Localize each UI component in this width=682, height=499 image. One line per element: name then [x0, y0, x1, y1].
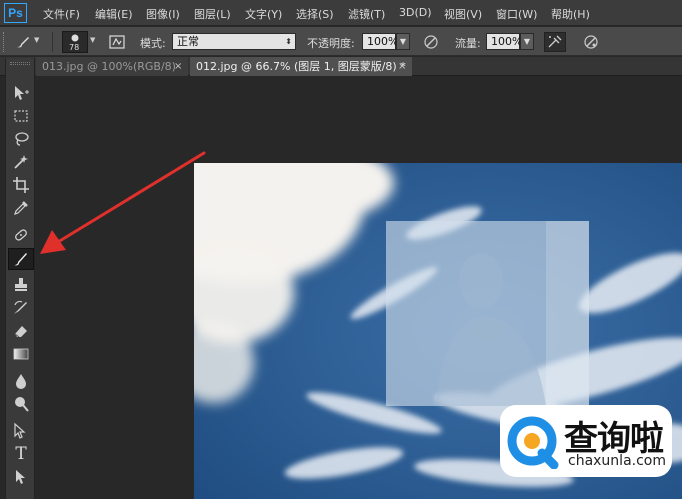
eyedropper-tool[interactable]: [8, 197, 34, 219]
close-icon[interactable]: ×: [174, 57, 182, 76]
path-selection-tool[interactable]: [8, 466, 34, 488]
brush-size-value: 78: [69, 43, 80, 52]
lasso-tool[interactable]: [8, 128, 34, 150]
pressure-opacity-icon: [424, 35, 438, 49]
menu-help[interactable]: 帮助(H): [551, 6, 590, 22]
menu-3d[interactable]: 3D(D): [399, 6, 432, 19]
tab-label: 013.jpg @ 100%(RGB/8): [42, 60, 176, 73]
pressure-size-icon: [584, 35, 598, 49]
opacity-input[interactable]: 100%: [362, 33, 398, 50]
move-tool[interactable]: [8, 82, 34, 104]
brush-tool-icon: [17, 37, 29, 48]
flow-dropdown-button[interactable]: ▼: [520, 33, 534, 50]
tab-012-jpg[interactable]: 012.jpg @ 66.7% (图层 1, 图层蒙版/8) * ×: [190, 57, 412, 76]
chaxunla-logo-icon: [507, 416, 559, 469]
menu-layer[interactable]: 图层(L): [194, 6, 231, 22]
blur-icon: [16, 374, 26, 389]
layer-1-overlay[interactable]: [386, 221, 589, 406]
tab-013-jpg[interactable]: 013.jpg @ 100%(RGB/8) ×: [36, 57, 188, 76]
options-grip: [3, 32, 6, 52]
watermark-badge: 查询啦 chaxunla.com: [500, 405, 672, 477]
toolbar-grip[interactable]: [10, 62, 30, 65]
magic-wand-icon: [14, 155, 28, 169]
eraser-tool[interactable]: [8, 320, 34, 342]
pressure-size-button[interactable]: [580, 32, 602, 52]
tools-panel: T: [5, 58, 35, 499]
flow-label: 流量:: [455, 37, 481, 50]
magic-wand-tool[interactable]: [8, 151, 34, 173]
blend-mode-select[interactable]: 正常 ⬍: [172, 33, 296, 50]
dodge-tool[interactable]: [8, 393, 34, 415]
menu-select[interactable]: 选择(S): [296, 6, 334, 22]
path-selection-icon: [16, 470, 25, 484]
toggle-brush-panel-button[interactable]: [106, 32, 128, 52]
brush-preset-dropdown-icon[interactable]: ▼: [90, 36, 95, 44]
opacity-label: 不透明度:: [307, 37, 355, 50]
dodge-icon: [15, 397, 29, 412]
pen-tool[interactable]: [8, 420, 34, 442]
blur-tool[interactable]: [8, 370, 34, 392]
rectangular-marquee-icon: [14, 110, 28, 122]
menu-filter[interactable]: 滤镜(T): [348, 6, 385, 22]
airbrush-button[interactable]: [544, 32, 566, 52]
crop-tool[interactable]: [8, 174, 34, 196]
clone-stamp-tool[interactable]: [8, 274, 34, 296]
flow-input[interactable]: 100%: [486, 33, 522, 50]
options-bar: ▼ 78 ▼ 模式: 正常 ⬍ 不透明度: 100% ▼ 流量: 100% ▼: [0, 27, 682, 56]
spot-healing-brush-icon: [15, 229, 27, 241]
crop-icon: [13, 177, 29, 193]
options-separator: [52, 32, 53, 52]
mode-label: 模式:: [140, 37, 166, 50]
brush-tool-preset-picker[interactable]: [12, 32, 34, 52]
watermark-url: chaxunla.com: [568, 453, 666, 469]
brush-tool[interactable]: [8, 248, 34, 270]
eraser-icon: [14, 326, 27, 338]
opacity-dropdown-button[interactable]: ▼: [396, 33, 410, 50]
lasso-icon: [15, 132, 29, 146]
photoshop-logo: Ps: [4, 3, 27, 23]
history-brush-icon: [14, 300, 27, 314]
menu-bar: Ps 文件(F) 编辑(E) 图像(I) 图层(L) 文字(Y) 选择(S) 滤…: [0, 0, 682, 26]
type-tool[interactable]: T: [8, 443, 34, 465]
close-icon[interactable]: ×: [398, 57, 406, 76]
menu-file[interactable]: 文件(F): [43, 6, 80, 22]
blend-mode-value: 正常: [177, 35, 199, 48]
brush-icon: [14, 253, 27, 266]
type-icon: T: [15, 444, 27, 464]
airbrush-icon: [548, 35, 562, 48]
menu-window[interactable]: 窗口(W): [496, 6, 537, 22]
tab-label: 012.jpg @ 66.7% (图层 1, 图层蒙版/8) *: [196, 60, 406, 73]
pressure-opacity-button[interactable]: [420, 32, 442, 52]
move-tool-icon: [15, 86, 29, 100]
menu-edit[interactable]: 编辑(E): [95, 6, 133, 22]
toggle-brush-panel-icon: [109, 35, 125, 49]
menu-image[interactable]: 图像(I): [146, 6, 180, 22]
rectangular-marquee-tool[interactable]: [8, 105, 34, 127]
tool-preset-dropdown-icon[interactable]: ▼: [34, 36, 39, 44]
updown-arrow-icon: ⬍: [285, 37, 292, 46]
clone-stamp-icon: [15, 278, 27, 291]
gradient-icon: [13, 348, 29, 360]
eyedropper-icon: [14, 201, 28, 215]
pen-icon: [14, 422, 26, 439]
gradient-tool[interactable]: [8, 343, 34, 365]
portrait-silhouette: [436, 221, 589, 406]
spot-healing-brush-tool[interactable]: [8, 224, 34, 246]
brush-preset-picker[interactable]: 78: [62, 31, 88, 53]
history-brush-tool[interactable]: [8, 297, 34, 319]
menu-type[interactable]: 文字(Y): [245, 6, 282, 22]
menu-view[interactable]: 视图(V): [444, 6, 482, 22]
document-tab-bar: 013.jpg @ 100%(RGB/8) × 012.jpg @ 66.7% …: [0, 57, 682, 76]
